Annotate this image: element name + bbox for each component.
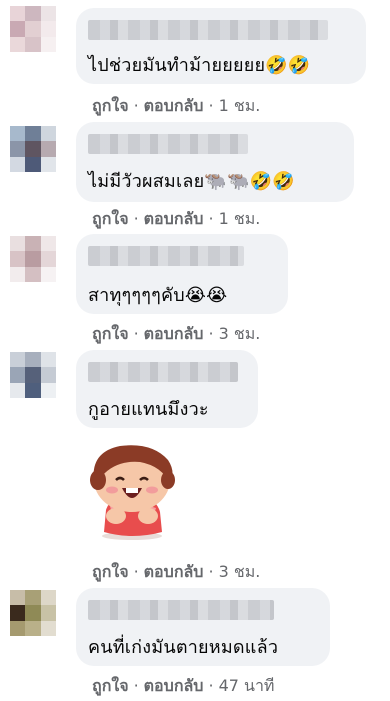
comment-bubble: คนที่เก่งมันตายหมดแล้ว — [76, 588, 330, 666]
comment-bubble: ไม่มีวัวผสมเลย🐃🐃🤣🤣 — [76, 122, 354, 202]
author-name-blurred[interactable] — [88, 362, 238, 382]
laughing-emoji-icon: 🤣🤣 — [265, 55, 311, 76]
comment-actions: ถูกใจ · ตอบกลับ · 3 ชม. — [92, 562, 261, 581]
like-link[interactable]: ถูกใจ — [92, 562, 129, 581]
reply-link[interactable]: ตอบกลับ — [144, 676, 204, 695]
avatar[interactable] — [10, 236, 56, 282]
comment-time[interactable]: 3 ชม. — [219, 324, 261, 343]
reply-link[interactable]: ตอบกลับ — [144, 324, 204, 343]
like-link[interactable]: ถูกใจ — [92, 96, 129, 115]
like-link[interactable]: ถูกใจ — [92, 209, 129, 228]
avatar[interactable] — [10, 352, 56, 398]
like-link[interactable]: ถูกใจ — [92, 324, 129, 343]
crying-emoji-icon: 😭😭 — [184, 285, 228, 306]
comment-time[interactable]: 3 ชม. — [219, 562, 261, 581]
author-name-blurred[interactable] — [88, 246, 244, 266]
comment-text: สาทุๆๆๆๆคับ😭😭 — [88, 285, 228, 306]
avatar[interactable] — [10, 590, 56, 636]
comment-time[interactable]: 1 ชม. — [219, 96, 261, 115]
author-name-blurred[interactable] — [88, 20, 328, 40]
comment-text: คนที่เก่งมันตายหมดแล้ว — [88, 637, 279, 658]
comment-bubble: กูอายแทนมึงวะ — [76, 350, 258, 428]
reply-link[interactable]: ตอบกลับ — [144, 209, 204, 228]
avatar[interactable] — [10, 126, 56, 172]
comment-bubble: ไปช่วยมันทำม้ายยยยย🤣🤣 — [76, 8, 366, 84]
reply-link[interactable]: ตอบกลับ — [144, 96, 204, 115]
laughing-girl-sticker — [90, 445, 175, 540]
comment-time[interactable]: 47 นาที — [219, 676, 275, 695]
avatar[interactable] — [10, 6, 56, 52]
like-link[interactable]: ถูกใจ — [92, 676, 129, 695]
comment-actions: ถูกใจ · ตอบกลับ · 1 ชม. — [92, 96, 261, 115]
comment-text: ไปช่วยมันทำม้ายยยยย🤣🤣 — [88, 55, 311, 76]
author-name-blurred[interactable] — [88, 600, 274, 620]
buffalo-laughing-emoji-icon: 🐃🐃🤣🤣 — [204, 171, 295, 192]
comment-bubble: สาทุๆๆๆๆคับ😭😭 — [76, 234, 288, 314]
comment-actions: ถูกใจ · ตอบกลับ · 3 ชม. — [92, 324, 261, 343]
comment-text: ไม่มีวัวผสมเลย🐃🐃🤣🤣 — [88, 171, 295, 192]
comment-text: กูอายแทนมึงวะ — [88, 399, 209, 420]
comment-actions: ถูกใจ · ตอบกลับ · 47 นาที — [92, 676, 275, 695]
reply-link[interactable]: ตอบกลับ — [144, 562, 204, 581]
author-name-blurred[interactable] — [88, 134, 248, 154]
comment-actions: ถูกใจ · ตอบกลับ · 1 ชม. — [92, 209, 261, 228]
comment-time[interactable]: 1 ชม. — [219, 209, 261, 228]
